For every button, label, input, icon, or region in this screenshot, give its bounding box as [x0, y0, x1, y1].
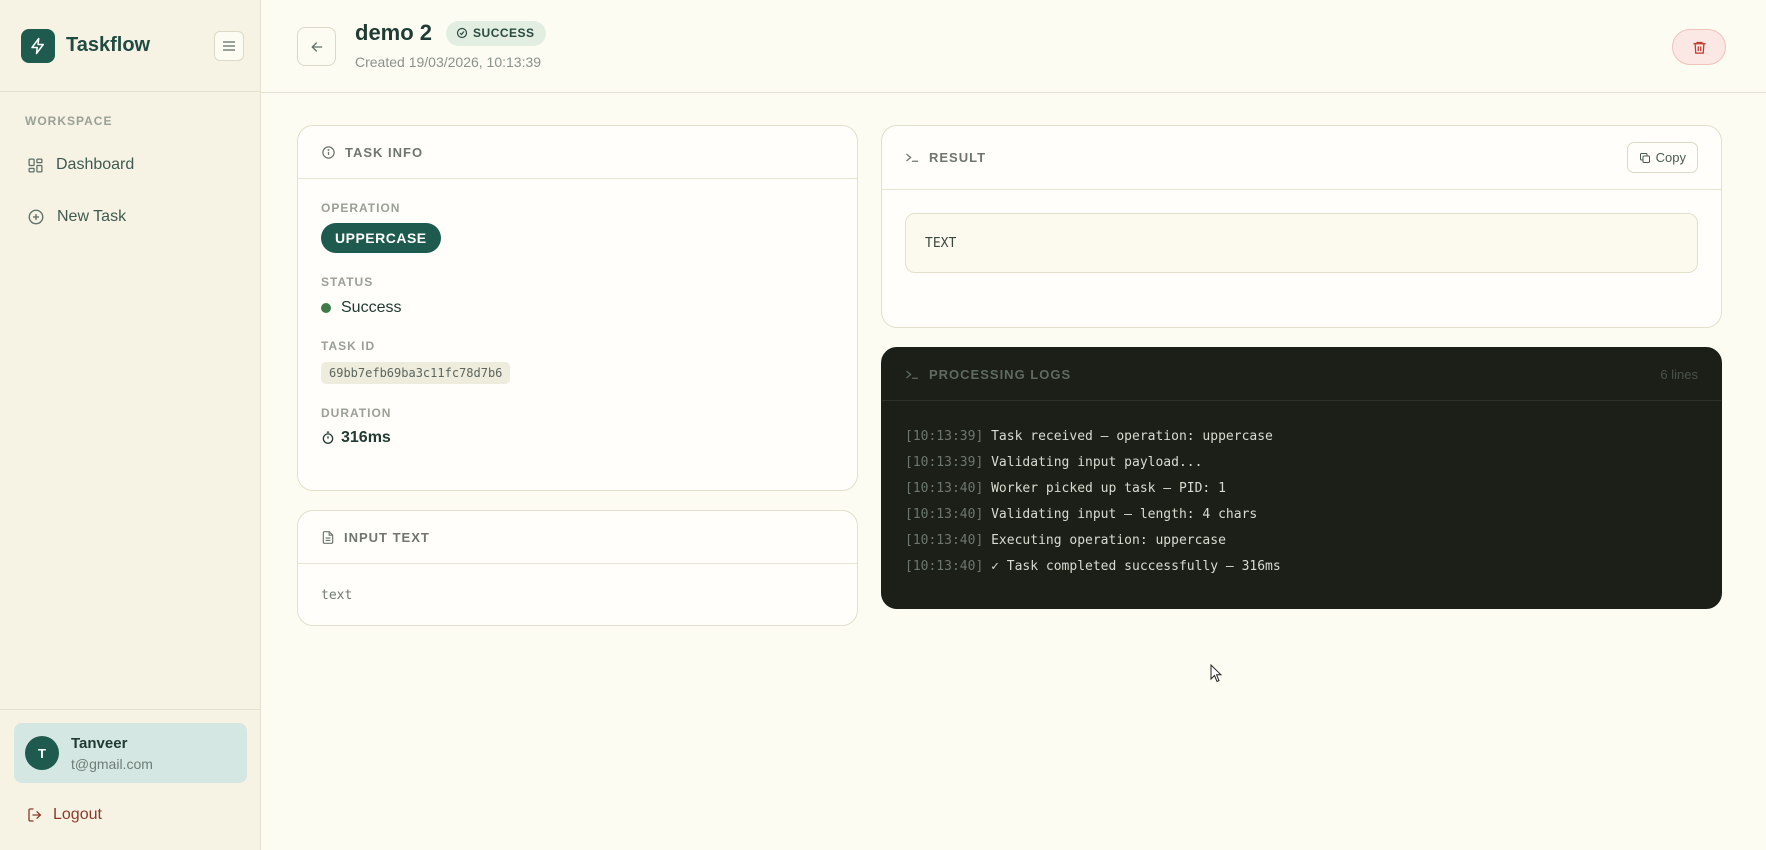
- input-text-header: INPUT TEXT: [298, 511, 857, 564]
- terminal-icon: [906, 370, 919, 379]
- user-info: Tanveer t@gmail.com: [71, 735, 153, 772]
- processing-logs-title: PROCESSING LOGS: [929, 366, 1072, 382]
- logout-label: Logout: [53, 806, 102, 823]
- status-label: STATUS: [321, 275, 374, 289]
- file-text-icon: [322, 530, 334, 544]
- duration-value: 316ms: [321, 429, 857, 447]
- log-line: [10:13:39] Task received — operation: up…: [905, 424, 1721, 450]
- status-value: Success: [321, 299, 857, 317]
- status-dot: [321, 303, 331, 313]
- user-card[interactable]: T Tanveer t@gmail.com: [14, 723, 247, 783]
- status-text: Success: [341, 299, 402, 316]
- log-time: [10:13:40]: [905, 507, 984, 522]
- copy-label: Copy: [1655, 150, 1686, 165]
- log-message: Task received — operation: uppercase: [991, 429, 1273, 444]
- log-line: [10:13:39] Validating input payload...: [905, 450, 1721, 476]
- task-id-label: TASK ID: [321, 339, 376, 353]
- arrow-left-icon: [310, 41, 322, 52]
- app: Taskflow WORKSPACE Dashboard New Task T …: [0, 0, 1766, 850]
- processing-logs-card: PROCESSING LOGS 6 lines [10:13:39] Task …: [881, 347, 1722, 609]
- task-info-title: TASK INFO: [345, 144, 424, 160]
- title-row: demo 2 SUCCESS: [355, 20, 546, 46]
- log-time: [10:13:39]: [905, 455, 984, 470]
- main-content: demo 2 SUCCESS Created 19/03/2026, 10:13…: [261, 0, 1766, 850]
- menu-icon: [223, 40, 235, 51]
- log-time: [10:13:39]: [905, 429, 984, 444]
- info-icon: [322, 145, 335, 159]
- log-message: Validating input — length: 4 chars: [991, 507, 1258, 522]
- duration-text: 316ms: [341, 429, 391, 446]
- created-timestamp: Created 19/03/2026, 10:13:39: [355, 54, 542, 70]
- operation-badge: UPPERCASE: [321, 223, 441, 253]
- terminal-icon: [906, 153, 919, 162]
- log-message: Executing operation: uppercase: [991, 533, 1226, 548]
- page-header: demo 2 SUCCESS Created 19/03/2026, 10:13…: [261, 0, 1766, 93]
- result-card: RESULT Copy TEXT: [881, 125, 1722, 328]
- task-info-body: OPERATION UPPERCASE STATUS Success TASK …: [298, 179, 857, 447]
- log-message: Validating input payload...: [991, 455, 1203, 470]
- sidebar: Taskflow WORKSPACE Dashboard New Task T …: [0, 0, 261, 850]
- page-title: demo 2: [355, 20, 433, 45]
- task-id-value[interactable]: 69bb7efb69ba3c11fc78d7b6: [321, 362, 511, 384]
- brand-bar: Taskflow: [0, 0, 260, 92]
- logout-button[interactable]: Logout: [27, 806, 102, 824]
- input-text-title: INPUT TEXT: [344, 529, 430, 545]
- result-title: RESULT: [929, 150, 987, 165]
- input-text-value: text: [321, 588, 353, 603]
- lightning-icon[interactable]: [21, 28, 55, 63]
- section-label: WORKSPACE: [25, 114, 113, 128]
- sidebar-footer: T Tanveer t@gmail.com Logout: [0, 709, 260, 850]
- log-message: Worker picked up task — PID: 1: [991, 481, 1226, 496]
- input-text-card: INPUT TEXT text: [297, 510, 858, 626]
- processing-logs-header: PROCESSING LOGS 6 lines: [882, 348, 1721, 401]
- log-line: [10:13:40] Executing operation: uppercas…: [905, 528, 1721, 554]
- log-time: [10:13:40]: [905, 481, 984, 496]
- log-line: [10:13:40] Validating input — length: 4 …: [905, 502, 1721, 528]
- status-badge: SUCCESS: [446, 20, 546, 46]
- sidebar-item-dashboard[interactable]: Dashboard: [0, 150, 260, 180]
- mouse-cursor-icon: [1210, 664, 1222, 683]
- log-list: [10:13:39] Task received — operation: up…: [882, 401, 1721, 580]
- log-line-count: 6 lines: [1660, 366, 1698, 382]
- user-name: Tanveer: [71, 734, 128, 752]
- grid-icon: [28, 157, 43, 173]
- log-message: ✓ Task completed successfully — 316ms: [991, 559, 1281, 574]
- back-button[interactable]: [297, 27, 336, 66]
- sidebar-toggle-button[interactable]: [214, 30, 244, 61]
- delete-button[interactable]: [1672, 29, 1726, 65]
- sidebar-item-label: New Task: [57, 208, 127, 225]
- result-header: RESULT Copy: [882, 126, 1721, 190]
- copy-button[interactable]: Copy: [1626, 142, 1698, 173]
- brand-name[interactable]: Taskflow: [66, 34, 214, 57]
- log-time: [10:13:40]: [905, 533, 984, 548]
- log-line: [10:13:40] ✓ Task completed successfully…: [905, 554, 1721, 580]
- timer-icon: [322, 431, 334, 444]
- copy-icon: [1639, 152, 1650, 163]
- duration-label: DURATION: [321, 406, 392, 420]
- logout-icon: [28, 808, 42, 822]
- trash-icon: [1692, 41, 1706, 54]
- sidebar-item-new-task[interactable]: New Task: [0, 202, 260, 232]
- status-badge-label: SUCCESS: [473, 26, 535, 40]
- task-info-card: TASK INFO OPERATION UPPERCASE STATUS Suc…: [297, 125, 858, 491]
- avatar: T: [25, 736, 59, 770]
- user-email: t@gmail.com: [71, 755, 153, 772]
- check-circle-icon: [456, 27, 468, 39]
- plus-circle-icon: [28, 209, 44, 225]
- task-info-header: TASK INFO: [298, 126, 857, 179]
- result-output[interactable]: TEXT: [905, 213, 1698, 273]
- log-line: [10:13:40] Worker picked up task — PID: …: [905, 476, 1721, 502]
- operation-label: OPERATION: [321, 201, 401, 215]
- sidebar-item-label: Dashboard: [56, 156, 135, 173]
- log-time: [10:13:40]: [905, 559, 984, 574]
